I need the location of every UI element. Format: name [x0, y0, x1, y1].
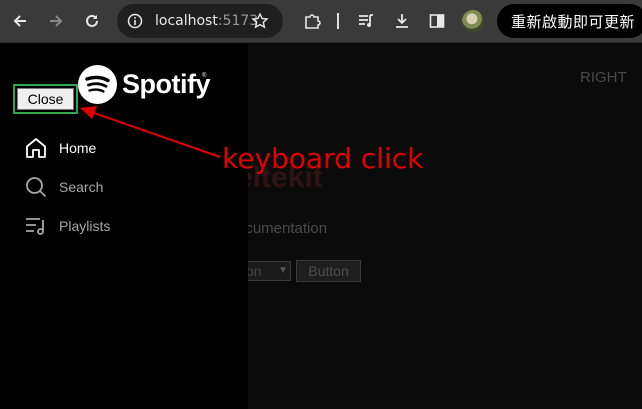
queue-music-icon: [359, 14, 373, 27]
right-label: RIGHT: [580, 69, 627, 86]
sidebar: Spotify ® Close Home Search Playlists: [0, 43, 248, 409]
url-text: localhost:5173: [155, 13, 258, 29]
reload-icon: [86, 14, 98, 27]
sidebar-item-label: Search: [59, 179, 104, 195]
documentation-link[interactable]: ocumentation: [237, 220, 327, 237]
close-button-label: Close: [17, 88, 74, 110]
download-icon: [396, 14, 408, 28]
url-host: localhost: [155, 13, 218, 29]
side-panel-button[interactable]: [425, 9, 449, 33]
chevron-down-icon: ▼: [278, 265, 288, 276]
browser-toolbar: localhost:5173 重新啟動即可更新: [0, 0, 642, 42]
media-button[interactable]: [354, 9, 378, 33]
close-button[interactable]: Close: [13, 84, 78, 114]
sidebar-item-label: Playlists: [59, 218, 111, 234]
spotify-wordmark: Spotify: [122, 69, 211, 99]
sidebar-item-search[interactable]: Search: [24, 174, 103, 200]
downloads-button[interactable]: [390, 9, 414, 33]
arrow-left-icon: [13, 15, 26, 27]
site-info-icon[interactable]: [126, 12, 144, 30]
annotation-label: keyboard click: [222, 142, 424, 175]
playlist-icon: [24, 214, 48, 238]
search-icon: [24, 175, 48, 199]
update-browser-button[interactable]: 重新啟動即可更新: [497, 4, 642, 38]
back-button[interactable]: [8, 9, 32, 33]
address-bar[interactable]: localhost:5173: [117, 4, 283, 38]
page-button[interactable]: Button: [296, 260, 361, 282]
toolbar-divider: [337, 13, 339, 29]
puzzle-icon: [305, 14, 321, 29]
spotify-logo-icon: [78, 65, 117, 104]
sidebar-item-label: Home: [59, 140, 97, 156]
sidebar-item-home[interactable]: Home: [24, 135, 96, 161]
extensions-button[interactable]: [300, 9, 324, 33]
profile-avatar[interactable]: [462, 10, 484, 32]
forward-button[interactable]: [44, 9, 68, 33]
side-panel-icon: [429, 14, 445, 28]
reload-button[interactable]: [80, 9, 104, 33]
bookmark-star-icon[interactable]: [250, 11, 270, 31]
trademark-mark: ®: [202, 73, 207, 79]
home-icon: [24, 136, 48, 160]
sidebar-item-playlists[interactable]: Playlists: [24, 213, 110, 239]
arrow-right-icon: [50, 15, 63, 27]
